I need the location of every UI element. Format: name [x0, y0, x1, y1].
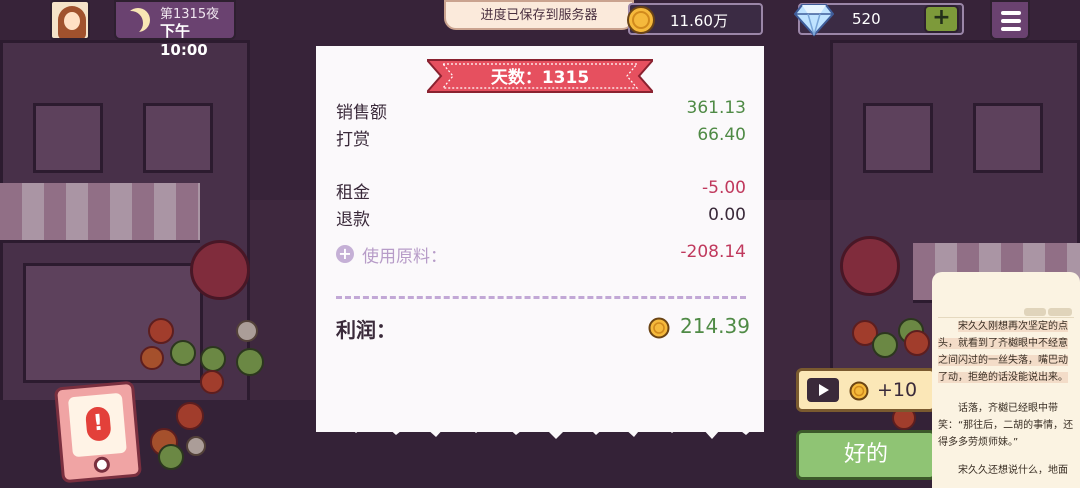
reader-paragraph: 宋久久刚想再次坚定的点头，就看到了齐樾眼中不经意之间闪过的一丝失落，嘴巴动了动，… — [938, 321, 1068, 383]
sales-value: 361.13 — [686, 98, 746, 118]
profit-value: 214.39 — [680, 314, 750, 338]
coin-amount: 11.60万 — [670, 12, 728, 30]
receipt-divider — [336, 296, 746, 299]
player-avatar[interactable] — [50, 0, 90, 40]
moon-icon — [126, 8, 150, 32]
tips-value: 66.40 — [697, 125, 746, 145]
save-toast: 进度已保存到服务器 — [444, 0, 634, 30]
gem-amount: 520 — [852, 10, 881, 28]
rent-label: 租金 — [336, 183, 370, 203]
ad-reward-amount: +10 — [877, 379, 918, 401]
video-play-icon — [807, 378, 839, 402]
tips-row: 打赏 66.40 — [336, 125, 746, 150]
ingredients-label: 使用原料： — [362, 247, 447, 267]
rent-row: 租金 -5.00 — [336, 178, 746, 203]
watch-ad-button[interactable]: +10 — [796, 368, 936, 412]
menu-icon — [1001, 11, 1021, 15]
reader-paragraph: 宋久久还想说什么，地面 — [958, 465, 1068, 476]
reader-paragraph: 话落，齐樾已经眼中带笑：“那往后，二胡的事情，还得多多劳烦师妹。” — [938, 403, 1074, 448]
rent-value: -5.00 — [702, 178, 746, 198]
coin-icon — [648, 317, 670, 339]
ok-button[interactable]: 好的 — [796, 430, 936, 480]
ingredients-value: -208.14 — [680, 242, 746, 262]
coin-icon — [849, 381, 869, 401]
refund-row: 退款 0.00 — [336, 205, 746, 230]
reading-overlay[interactable]: 宋久久刚想再次坚定的点头，就看到了齐樾眼中不经意之间闪过的一丝失落，嘴巴动了动，… — [932, 272, 1080, 488]
sales-label: 销售额 — [336, 103, 387, 123]
profit-label: 利润： — [336, 318, 396, 342]
exclamation-icon: ! — [84, 405, 112, 442]
day-title: 天数：1315 — [490, 68, 590, 88]
sales-row: 销售额 361.13 — [336, 98, 746, 123]
tips-label: 打赏 — [336, 130, 370, 150]
receipt-torn-edge — [316, 405, 764, 439]
clock-time: 下午10:00 — [160, 22, 208, 59]
day-time-panel: 第1315夜 下午10:00 — [114, 0, 236, 59]
coin-balance: 11.60万 — [627, 3, 763, 35]
diamond-icon — [794, 4, 834, 37]
refund-value: 0.00 — [708, 205, 746, 225]
refund-label: 退款 — [336, 210, 370, 230]
ingredients-row[interactable]: + 使用原料： -208.14 — [336, 242, 746, 267]
alert-card[interactable]: ! — [53, 380, 143, 484]
coin-icon — [627, 6, 655, 34]
add-gems-button[interactable]: + — [924, 5, 959, 33]
expand-plus-icon[interactable]: + — [336, 245, 354, 263]
menu-button[interactable] — [990, 0, 1030, 40]
